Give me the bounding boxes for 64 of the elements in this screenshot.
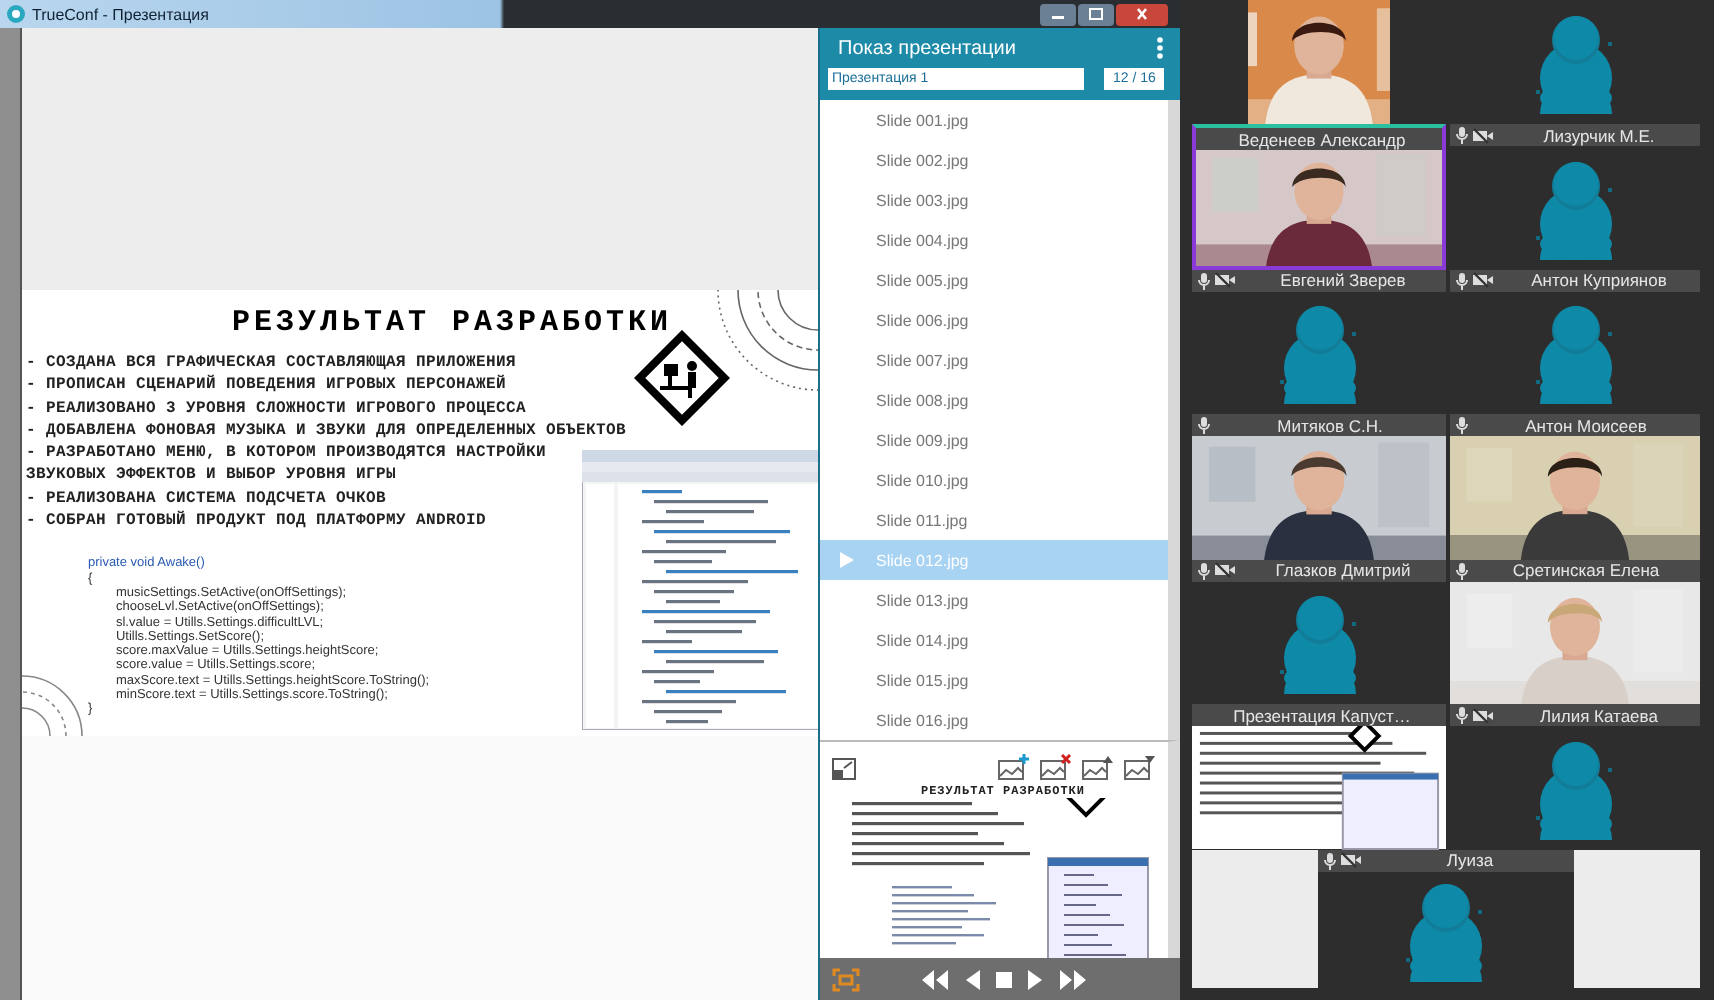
participant-name: Веденеев Александр: [1236, 129, 1408, 149]
slide-list-item[interactable]: Slide 016.jpg: [820, 700, 1168, 740]
slide-list-item[interactable]: Slide 014.jpg: [820, 620, 1168, 660]
participant-name: Луиза: [1444, 850, 1496, 870]
participant-name: Антон Куприянов: [1529, 270, 1669, 290]
participant-name: Лизурчик М.Е.: [1541, 125, 1657, 145]
next-icon[interactable]: [1026, 967, 1046, 991]
participant-name: Лилия Катаева: [1538, 705, 1660, 725]
participant-name: Митяков С.Н.: [1275, 415, 1385, 435]
microphone-icon: [1456, 706, 1468, 724]
slide-list-item[interactable]: Slide 006.jpg: [820, 300, 1168, 340]
slide-list-item[interactable]: Slide 007.jpg: [820, 340, 1168, 380]
slide-title: РЕЗУЛЬТАТ РАЗРАБОТКИ: [231, 306, 672, 340]
bullet-text: - СОБРАН ГОТОВЫЙ ПРОДУКТ ПОД ПЛАТФОРМУ ANDROID: [25, 510, 489, 533]
slide-list-item[interactable]: Slide 001.jpg: [820, 100, 1168, 140]
slide-list-item[interactable]: Slide 002.jpg: [820, 140, 1168, 180]
rewind-icon[interactable]: [920, 967, 950, 991]
close-icon[interactable]: [1134, 8, 1150, 20]
window-title: TrueConf - Презентация: [32, 5, 209, 23]
microphone-icon: [1456, 126, 1468, 144]
bullet-text: - СОЗДАНА ВСЯ ГРАФИЧЕСКАЯ СОСТАВЛЯЮЩАЯ ПРИЛОЖЕНИЯ: [25, 352, 519, 374]
fast-forward-icon[interactable]: [1058, 967, 1088, 991]
microphone-icon: [1198, 561, 1210, 579]
camera-off-icon: [1214, 562, 1236, 578]
image-plus-icon[interactable]: [998, 754, 1030, 780]
participant-name: Антон Моисеев: [1523, 415, 1649, 435]
bullet-text: - ПРОПИСАН СЦЕНАРИЙ ПОВЕДЕНИЯ ИГРОВЫХ ПЕРСОНАЖЕЙ: [25, 374, 509, 398]
slide-list-item[interactable]: Slide 004.jpg: [820, 220, 1168, 260]
maximize-icon[interactable]: [1088, 8, 1104, 20]
participant-name: Презентация Капуст…: [1231, 705, 1413, 725]
bullet-text: - РЕАЛИЗОВАНА СИСТЕМА ПОДСЧЕТА ОЧКОВ: [25, 487, 388, 510]
participant-name: Евгений Зверев: [1278, 270, 1408, 290]
participant-name: Сретинская Елена: [1510, 560, 1662, 580]
bullet-text: - ДОБАВЛЕНА ФОНОВАЯ МУЗЫКА И ЗВУКИ ДЛЯ ОПРЕДЕЛЕННЫХ ОБЪЕКТОВ: [25, 419, 629, 442]
close-button[interactable]: [1116, 3, 1168, 25]
more-menu-icon[interactable]: [1156, 36, 1164, 60]
bullet-text: - РАЗРАБОТАНО МЕНЮ, В КОТОРОМ ПРОИЗВОДЯТСЯ НАСТРОЙКИ ЗВУКОВЫХ ЭФФЕКТОВ И ВЫБОР УРОВНЯ ИГРЫ: [25, 442, 549, 488]
microphone-icon: [1198, 416, 1210, 434]
resize-icon[interactable]: [832, 758, 856, 780]
slide-list-item[interactable]: Slide 009.jpg: [820, 420, 1168, 460]
slide-list-item[interactable]: Slide 005.jpg: [820, 260, 1168, 300]
image-down-icon[interactable]: [1124, 754, 1156, 780]
image-up-icon[interactable]: [1082, 754, 1114, 780]
app-icon: [6, 4, 26, 24]
stop-icon[interactable]: [994, 967, 1014, 991]
microphone-icon: [1324, 851, 1336, 869]
slide-list-item[interactable]: Slide 003.jpg: [820, 180, 1168, 220]
slide-list-item[interactable]: Slide 011.jpg: [820, 500, 1168, 540]
microphone-icon: [1198, 271, 1210, 289]
bullet-text: - РЕАЛИЗОВАНО 3 УРОВНЯ СЛОЖНОСТИ ИГРОВОГО ПРОЦЕССА: [25, 397, 529, 420]
play-icon: [840, 552, 854, 568]
slide-list-item[interactable]: Slide 013.jpg: [820, 580, 1168, 620]
microphone-icon: [1456, 416, 1468, 434]
slide-list-item[interactable]: Slide 015.jpg: [820, 660, 1168, 700]
panel-title: Показ презентации: [838, 37, 1016, 59]
slide-list-item[interactable]: Slide 008.jpg: [820, 380, 1168, 420]
microphone-icon: [1456, 561, 1468, 579]
minimize-button[interactable]: [1040, 3, 1076, 25]
previous-icon[interactable]: [962, 967, 982, 991]
slide-list-item[interactable]: Slide 010.jpg: [820, 460, 1168, 500]
maximize-button[interactable]: [1078, 3, 1114, 25]
participant-name: Глазков Дмитрий: [1273, 560, 1413, 580]
image-delete-icon[interactable]: [1040, 754, 1072, 780]
microphone-icon: [1456, 271, 1468, 289]
